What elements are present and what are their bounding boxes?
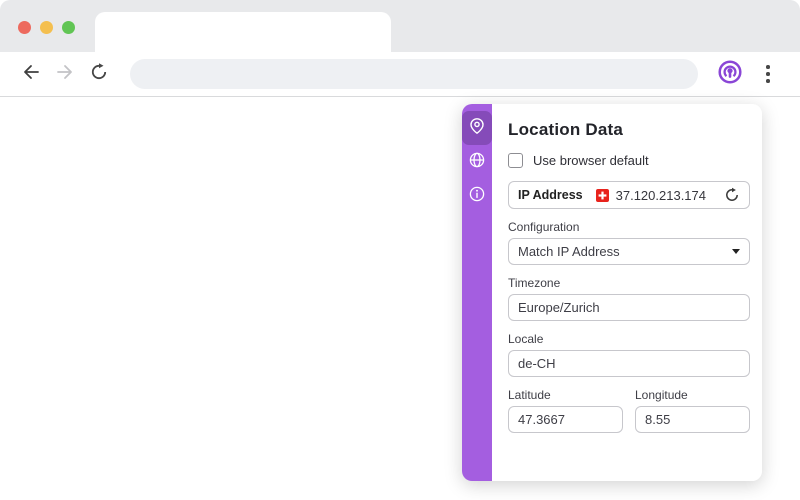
switzerland-flag-icon <box>595 188 609 202</box>
locale-input[interactable] <box>508 350 750 377</box>
kebab-dot <box>766 79 770 83</box>
configuration-label: Configuration <box>508 220 580 234</box>
latitude-label: Latitude <box>508 388 551 402</box>
minimize-window-button[interactable] <box>40 21 53 34</box>
sidebar-tab-browser[interactable] <box>462 145 492 179</box>
kebab-dot <box>766 65 770 69</box>
back-arrow-icon <box>21 62 41 87</box>
configuration-value: Match IP Address <box>518 244 620 259</box>
globe-icon <box>468 151 486 174</box>
latitude-input[interactable] <box>508 406 623 433</box>
browser-tab[interactable] <box>95 12 391 52</box>
browser-toolbar <box>0 52 800 97</box>
extension-logo-icon <box>717 59 743 90</box>
address-bar-input[interactable] <box>130 59 698 89</box>
use-browser-default-label: Use browser default <box>533 153 649 168</box>
timezone-label: Timezone <box>508 276 561 290</box>
sidebar-tab-location[interactable] <box>462 111 492 145</box>
window-controls <box>18 21 75 34</box>
browser-menu-button[interactable] <box>758 60 778 88</box>
location-pin-icon <box>468 117 486 140</box>
timezone-input[interactable] <box>508 294 750 321</box>
popup-sidebar <box>462 104 492 481</box>
forward-arrow-icon <box>55 62 75 87</box>
kebab-dot <box>766 72 770 76</box>
page-content: Location Data Use browser default IP Add… <box>0 97 800 499</box>
sidebar-tab-info[interactable] <box>462 179 492 213</box>
latitude-column: Latitude <box>508 377 623 433</box>
forward-button[interactable] <box>48 57 82 91</box>
lat-lon-row: Latitude Longitude <box>508 377 750 433</box>
ip-address-label: IP Address <box>518 188 583 202</box>
extension-button[interactable] <box>716 59 744 90</box>
reload-button[interactable] <box>82 57 116 91</box>
use-browser-default-row[interactable]: Use browser default <box>508 153 750 168</box>
configuration-select[interactable]: Match IP Address <box>508 238 750 265</box>
use-browser-default-checkbox[interactable] <box>508 153 523 168</box>
back-button[interactable] <box>14 57 48 91</box>
chevron-down-icon <box>732 249 740 254</box>
reload-icon <box>89 62 109 87</box>
close-window-button[interactable] <box>18 21 31 34</box>
longitude-column: Longitude <box>635 377 750 433</box>
tab-strip <box>0 0 800 52</box>
panel-title: Location Data <box>508 120 624 139</box>
refresh-ip-button[interactable] <box>724 187 740 203</box>
ip-address-value: 37.120.213.174 <box>615 187 706 203</box>
info-icon <box>468 185 486 208</box>
maximize-window-button[interactable] <box>62 21 75 34</box>
popup-content: Location Data Use browser default IP Add… <box>492 104 762 481</box>
longitude-input[interactable] <box>635 406 750 433</box>
extension-popup-panel: Location Data Use browser default IP Add… <box>462 104 762 481</box>
longitude-label: Longitude <box>635 388 688 402</box>
ip-address-box: IP Address 37.120.213.174 <box>508 181 750 209</box>
locale-label: Locale <box>508 332 544 346</box>
